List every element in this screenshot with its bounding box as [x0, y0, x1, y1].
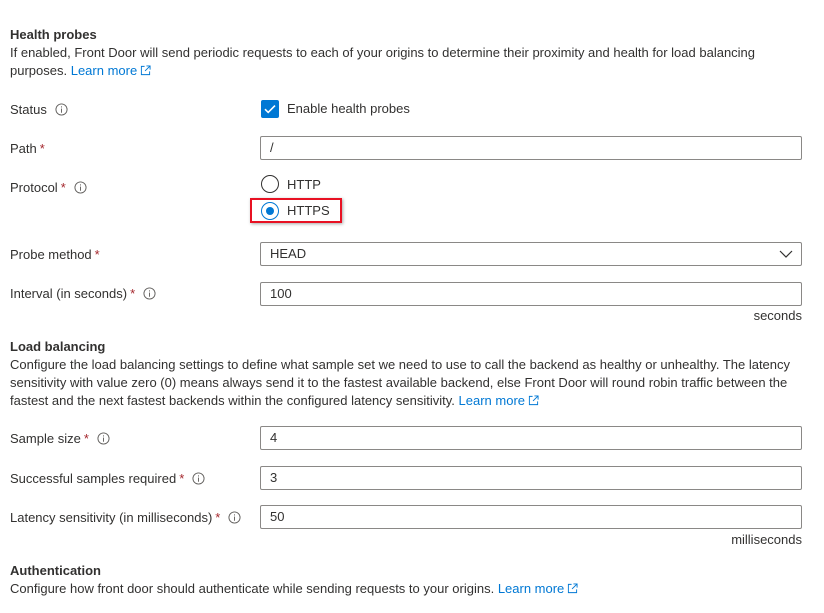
probe-method-label-row: Probe method * [10, 247, 100, 262]
successful-samples-label-row: Successful samples required * [10, 471, 205, 486]
latency-sensitivity-label: Latency sensitivity (in milliseconds) [10, 510, 213, 525]
info-icon[interactable] [97, 432, 110, 445]
interval-input[interactable]: 100 [260, 282, 802, 306]
required-asterisk: * [39, 141, 45, 156]
learn-more-text: Learn more [70, 63, 138, 78]
authentication-learn-more-link[interactable]: Learn more [498, 581, 578, 596]
probe-method-dropdown[interactable]: HEAD [260, 242, 802, 266]
load-balancing-description: Configure the load balancing settings to… [10, 356, 800, 410]
external-link-icon [568, 583, 578, 594]
https-highlight-box [250, 198, 342, 223]
probe-method-value: HEAD [270, 246, 307, 261]
path-input[interactable]: / [260, 136, 802, 160]
status-label: Status [10, 102, 47, 117]
path-label-row: Path * [10, 141, 45, 156]
required-asterisk: * [130, 286, 136, 301]
load-balancing-description-text: Configure the load balancing settings to… [10, 357, 791, 408]
external-link-icon [528, 395, 539, 406]
sample-size-input[interactable]: 4 [260, 426, 802, 450]
latency-sensitivity-label-row: Latency sensitivity (in milliseconds) * [10, 510, 241, 525]
authentication-title: Authentication [10, 563, 101, 578]
probe-method-label: Probe method [10, 247, 92, 262]
sample-size-label-row: Sample size * [10, 431, 110, 446]
protocol-http-label[interactable]: HTTP [287, 177, 321, 192]
health-probes-title: Health probes [10, 27, 97, 42]
info-icon[interactable] [143, 287, 156, 300]
successful-samples-input[interactable]: 3 [260, 466, 802, 490]
interval-label-row: Interval (in seconds) * [10, 286, 156, 301]
learn-more-text: Learn more [497, 581, 565, 596]
info-icon[interactable] [55, 103, 68, 116]
authentication-description: Configure how front door should authenti… [10, 580, 800, 598]
checkmark-icon [264, 105, 276, 114]
status-label-row: Status [10, 102, 68, 117]
protocol-http-radio[interactable] [261, 175, 279, 193]
info-icon[interactable] [192, 472, 205, 485]
health-probes-description: If enabled, Front Door will send periodi… [10, 44, 800, 80]
load-balancing-learn-more-link[interactable]: Learn more [459, 393, 539, 408]
authentication-description-text: Configure how front door should authenti… [10, 581, 495, 596]
learn-more-text: Learn more [458, 393, 526, 408]
required-asterisk: * [179, 471, 185, 486]
required-asterisk: * [60, 180, 66, 195]
enable-health-probes-label[interactable]: Enable health probes [287, 101, 410, 116]
path-label: Path [10, 141, 37, 156]
successful-samples-label: Successful samples required [10, 471, 177, 486]
interval-suffix: seconds [753, 308, 802, 323]
info-icon[interactable] [228, 511, 241, 524]
latency-sensitivity-input[interactable]: 50 [260, 505, 802, 529]
interval-label: Interval (in seconds) [10, 286, 128, 301]
required-asterisk: * [83, 431, 89, 446]
chevron-down-icon [779, 250, 793, 258]
load-balancing-title: Load balancing [10, 339, 106, 354]
external-link-icon [141, 65, 151, 76]
required-asterisk: * [94, 247, 100, 262]
sample-size-label: Sample size [10, 431, 81, 446]
info-icon[interactable] [74, 181, 87, 194]
health-probes-learn-more-link[interactable]: Learn more [71, 63, 151, 78]
required-asterisk: * [215, 510, 221, 525]
protocol-label: Protocol [10, 180, 58, 195]
latency-sensitivity-suffix: milliseconds [731, 532, 802, 547]
protocol-label-row: Protocol * [10, 180, 87, 195]
enable-health-probes-checkbox[interactable] [261, 100, 279, 118]
